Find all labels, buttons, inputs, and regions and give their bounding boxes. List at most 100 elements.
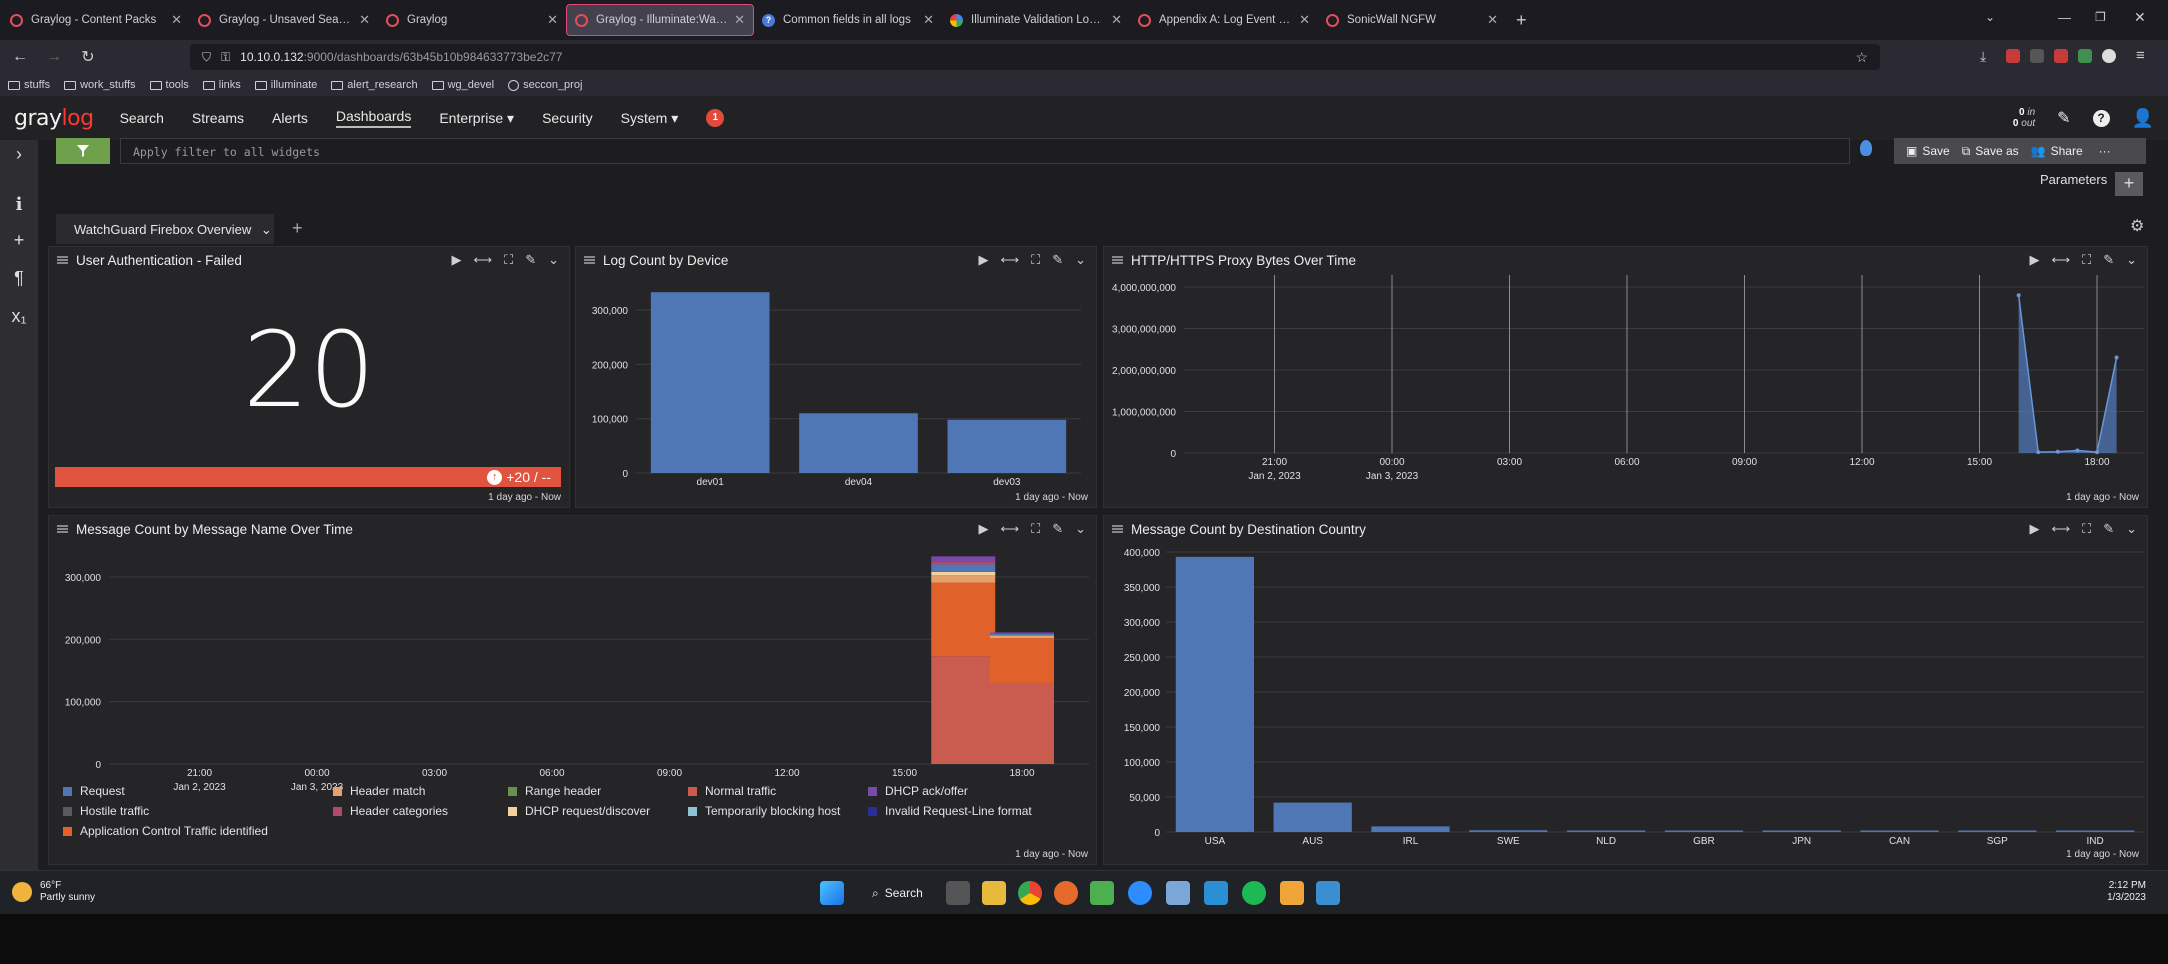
help-icon[interactable]: ? bbox=[2092, 109, 2110, 127]
play-icon[interactable]: ▶ bbox=[451, 252, 461, 268]
bookmark-folder[interactable]: links bbox=[202, 79, 241, 91]
chrome-icon[interactable] bbox=[1018, 881, 1042, 905]
bookmark-folder[interactable]: illuminate bbox=[254, 79, 317, 91]
close-tab-icon[interactable]: ✕ bbox=[1487, 12, 1498, 28]
fullscreen-icon[interactable]: ⛶ bbox=[1031, 521, 1040, 537]
chevron-down-icon[interactable]: ⌄ bbox=[1075, 521, 1086, 537]
drag-handle-icon[interactable] bbox=[1112, 525, 1123, 533]
expand-horizontal-icon[interactable]: ⟷ bbox=[1000, 521, 1019, 537]
nav-security[interactable]: Security bbox=[542, 110, 593, 126]
chevron-down-icon[interactable]: ⌄ bbox=[2126, 252, 2137, 268]
legend-item[interactable]: Normal traffic bbox=[688, 784, 776, 798]
edit-icon[interactable]: ✎ bbox=[2057, 108, 2070, 128]
play-icon[interactable]: ▶ bbox=[2029, 521, 2039, 537]
bookmark-folder[interactable]: stuffs bbox=[8, 79, 50, 91]
fullscreen-icon[interactable]: ⛶ bbox=[2082, 521, 2091, 537]
reload-button[interactable]: ↻ bbox=[74, 43, 102, 71]
play-icon[interactable]: ▶ bbox=[2029, 252, 2039, 268]
new-tab-button[interactable]: + bbox=[1516, 10, 1527, 31]
close-tab-icon[interactable]: ✕ bbox=[547, 12, 558, 28]
browser-tab[interactable]: Graylog - Unsaved Search ✕ bbox=[190, 4, 378, 36]
drag-handle-icon[interactable] bbox=[57, 525, 68, 533]
app-icon[interactable] bbox=[1316, 881, 1340, 905]
expand-horizontal-icon[interactable]: ⟷ bbox=[2051, 252, 2070, 268]
legend-item[interactable]: Request bbox=[63, 784, 125, 798]
tab-list-chevron-icon[interactable]: ⌄ bbox=[1985, 10, 1995, 24]
fullscreen-icon[interactable]: ⛶ bbox=[1031, 252, 1040, 268]
nav-search[interactable]: Search bbox=[120, 110, 164, 126]
legend-item[interactable]: Invalid Request-Line format bbox=[868, 804, 1032, 818]
legend-item[interactable]: Hostile traffic bbox=[63, 804, 149, 818]
nav-system[interactable]: System ▾ bbox=[621, 110, 679, 127]
expand-chevron-icon[interactable]: › bbox=[0, 144, 38, 165]
save-button[interactable]: ▣ Save bbox=[1906, 144, 1950, 158]
browser-tab[interactable]: Graylog ✕ bbox=[378, 4, 566, 36]
close-tab-icon[interactable]: ✕ bbox=[1111, 12, 1122, 28]
windows-start-icon[interactable] bbox=[820, 881, 844, 905]
bookmark-folder[interactable]: tools bbox=[149, 79, 189, 91]
tab-watchguard-overview[interactable]: WatchGuard Firebox Overview ⌄ bbox=[56, 214, 274, 244]
drag-handle-icon[interactable] bbox=[57, 256, 68, 264]
downloads-icon[interactable]: ⤓ bbox=[1980, 48, 1986, 65]
fullscreen-icon[interactable]: ⛶ bbox=[2082, 252, 2091, 268]
expand-horizontal-icon[interactable]: ⟷ bbox=[1000, 252, 1019, 268]
browser-tab[interactable]: Appendix A: Log Event Catalog ✕ bbox=[1130, 4, 1318, 36]
minimize-button[interactable]: — bbox=[2058, 10, 2071, 25]
photos-icon[interactable] bbox=[1166, 881, 1190, 905]
drag-handle-icon[interactable] bbox=[1112, 256, 1123, 264]
legend-item[interactable]: Application Control Traffic identified bbox=[63, 824, 268, 838]
close-tab-icon[interactable]: ✕ bbox=[734, 12, 745, 28]
address-bar[interactable]: ⛉ ⚿ 10.10.0.132:9000/dashboards/63b45b10… bbox=[190, 44, 1880, 70]
edit-icon[interactable]: ✎ bbox=[2103, 252, 2114, 268]
close-window-button[interactable]: ✕ bbox=[2134, 9, 2146, 26]
browser-tab[interactable]: SonicWall NGFW ✕ bbox=[1318, 4, 1506, 36]
gear-icon[interactable]: ⚙ bbox=[2130, 216, 2144, 236]
bookmark-folder[interactable]: alert_research bbox=[331, 79, 418, 91]
spotify-icon[interactable] bbox=[1242, 881, 1266, 905]
restore-button[interactable]: ❐ bbox=[2095, 10, 2106, 24]
chevron-down-icon[interactable]: ⌄ bbox=[2126, 521, 2137, 537]
more-button[interactable]: ··· bbox=[2099, 144, 2111, 158]
menu-icon[interactable]: ≡ bbox=[2136, 47, 2145, 64]
extension-icon[interactable] bbox=[2030, 49, 2044, 63]
extension-icon[interactable] bbox=[2102, 49, 2116, 63]
extension-icon[interactable] bbox=[2054, 49, 2068, 63]
info-icon[interactable]: i bbox=[0, 194, 38, 215]
back-button[interactable]: ← bbox=[6, 43, 34, 71]
close-tab-icon[interactable]: ✕ bbox=[171, 12, 182, 28]
legend-item[interactable]: Header match bbox=[333, 784, 425, 798]
nav-enterprise[interactable]: Enterprise ▾ bbox=[439, 110, 514, 127]
paragraph-icon[interactable]: ¶ bbox=[0, 268, 38, 289]
edit-icon[interactable]: ✎ bbox=[1052, 252, 1063, 268]
clock[interactable]: 2:12 PM 1/3/2023 bbox=[2107, 880, 2146, 904]
legend-item[interactable]: Range header bbox=[508, 784, 601, 798]
close-tab-icon[interactable]: ✕ bbox=[1299, 12, 1310, 28]
filter-button[interactable] bbox=[56, 138, 110, 164]
vscode-icon[interactable] bbox=[1204, 881, 1228, 905]
nav-dashboards[interactable]: Dashboards bbox=[335, 108, 412, 128]
play-icon[interactable]: ▶ bbox=[978, 252, 988, 268]
edit-icon[interactable]: ✎ bbox=[1052, 521, 1063, 537]
bulb-icon[interactable] bbox=[1860, 140, 1872, 156]
bookmark-folder[interactable]: seccon_proj bbox=[508, 79, 582, 91]
zoom-icon[interactable] bbox=[1128, 881, 1152, 905]
close-tab-icon[interactable]: ✕ bbox=[359, 12, 370, 28]
fullscreen-icon[interactable]: ⛶ bbox=[504, 252, 513, 268]
git-icon[interactable] bbox=[1280, 881, 1304, 905]
firefox-icon[interactable] bbox=[1054, 881, 1078, 905]
share-button[interactable]: 👥 Share bbox=[2031, 144, 2083, 158]
close-tab-icon[interactable]: ✕ bbox=[923, 12, 934, 28]
nav-streams[interactable]: Streams bbox=[192, 110, 244, 126]
extension-icon[interactable] bbox=[2006, 49, 2020, 63]
browser-tab[interactable]: Graylog - Content Packs ✕ bbox=[2, 4, 190, 36]
notification-badge[interactable]: 1 bbox=[706, 109, 725, 127]
file-explorer-icon[interactable] bbox=[982, 881, 1006, 905]
drag-handle-icon[interactable] bbox=[584, 256, 595, 264]
chevron-down-icon[interactable]: ⌄ bbox=[1075, 252, 1086, 268]
legend-item[interactable]: Temporarily blocking host bbox=[688, 804, 840, 818]
browser-tab[interactable]: Graylog - Illuminate:WatchGuard ✕ bbox=[566, 4, 754, 36]
filter-input[interactable]: Apply filter to all widgets bbox=[120, 138, 1850, 164]
play-icon[interactable]: ▶ bbox=[978, 521, 988, 537]
extension-icon[interactable] bbox=[2078, 49, 2092, 63]
bookmark-folder[interactable]: work_stuffs bbox=[64, 79, 136, 91]
